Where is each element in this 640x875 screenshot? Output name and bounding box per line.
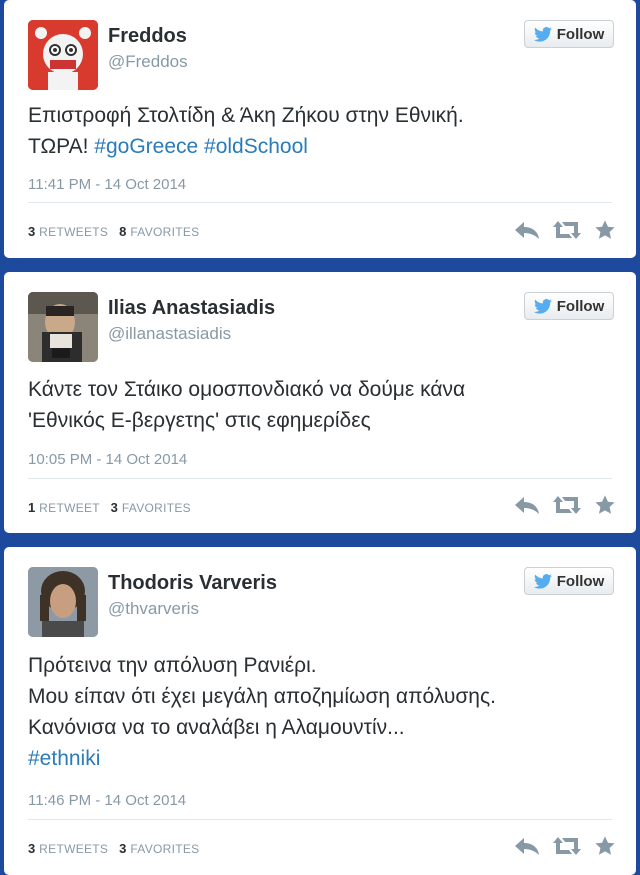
tweet-text-line: 'Εθνικός Ε-βεργετης' στις εφημερίδες: [28, 409, 371, 432]
retweet-icon[interactable]: [552, 220, 582, 240]
user-handle[interactable]: @thvarveris: [108, 599, 199, 619]
twitter-bird-icon: [533, 573, 552, 589]
follow-label: Follow: [556, 297, 605, 315]
tweet-card: Ilias Anastasiadis @illanastasiadis Foll…: [4, 272, 636, 533]
avatar[interactable]: [28, 20, 98, 90]
avatar[interactable]: [28, 292, 98, 362]
follow-button[interactable]: Follow: [524, 567, 614, 595]
tweet-text-line: Μου είπαν ότι έχει μεγάλη αποζημίωση από…: [28, 685, 496, 708]
twitter-bird-icon: [533, 298, 552, 314]
retweet-icon[interactable]: [552, 495, 582, 515]
timestamp[interactable]: 11:46 PM - 14 Oct 2014: [28, 792, 186, 809]
tweet-text-line: Πρότεινα την απόλυση Ρανιέρι.: [28, 654, 317, 677]
reply-icon[interactable]: [514, 836, 540, 856]
favorite-label[interactable]: FAVORITES: [130, 225, 199, 239]
retweet-label[interactable]: RETWEET: [39, 501, 100, 515]
tweet-actions: [514, 494, 616, 516]
hashtag-link[interactable]: #oldSchool: [204, 135, 308, 158]
avatar[interactable]: [28, 567, 98, 637]
retweet-count[interactable]: 3: [28, 224, 36, 239]
display-name[interactable]: Freddos: [108, 25, 187, 48]
tweet-text-line: Επιστροφή Στολτίδη & Άκη Ζήκου στην Εθνι…: [28, 104, 464, 127]
tweet-text-line: ΤΩΡΑ! #goGreece #oldSchool: [28, 131, 612, 162]
tweet-text: Πρότεινα την απόλυση Ρανιέρι. Μου είπαν …: [28, 650, 612, 774]
twitter-bird-icon: [533, 26, 552, 42]
tweet-text-line: Κάντε τον Στάικο ομοσπονδιακό να δούμε κ…: [28, 378, 466, 401]
retweet-icon[interactable]: [552, 836, 582, 856]
tweet-stats: 3 RETWEETS 8 FAVORITES: [28, 224, 200, 239]
display-name[interactable]: Thodoris Varveris: [108, 572, 277, 595]
follow-button[interactable]: Follow: [524, 20, 614, 48]
retweet-label[interactable]: RETWEETS: [39, 225, 108, 239]
follow-label: Follow: [556, 572, 605, 590]
timestamp[interactable]: 11:41 PM - 14 Oct 2014: [28, 176, 186, 193]
tweet-stats: 3 RETWEETS 3 FAVORITES: [28, 841, 200, 856]
timestamp[interactable]: 10:05 PM - 14 Oct 2014: [28, 451, 187, 468]
hashtag-link[interactable]: #goGreece: [94, 135, 198, 158]
favorite-label[interactable]: FAVORITES: [122, 501, 191, 515]
display-name[interactable]: Ilias Anastasiadis: [108, 297, 275, 320]
favorite-count[interactable]: 8: [119, 224, 127, 239]
favorite-count[interactable]: 3: [111, 500, 119, 515]
retweet-label[interactable]: RETWEETS: [39, 842, 108, 856]
tweet-stats: 1 RETWEET 3 FAVORITES: [28, 500, 191, 515]
favorite-count[interactable]: 3: [119, 841, 127, 856]
user-handle[interactable]: @Freddos: [108, 52, 188, 72]
tweet-text: Κάντε τον Στάικο ομοσπονδιακό να δούμε κ…: [28, 374, 612, 436]
reply-icon[interactable]: [514, 220, 540, 240]
favorite-star-icon[interactable]: [594, 835, 616, 857]
tweet-card: Freddos @Freddos Follow Επιστροφή Στολτί…: [4, 0, 636, 258]
reply-icon[interactable]: [514, 495, 540, 515]
user-handle[interactable]: @illanastasiadis: [108, 324, 231, 344]
tweet-text-prefix: ΤΩΡΑ!: [28, 135, 95, 158]
favorite-label[interactable]: FAVORITES: [130, 842, 199, 856]
tweet-text: Επιστροφή Στολτίδη & Άκη Ζήκου στην Εθνι…: [28, 100, 612, 162]
favorite-star-icon[interactable]: [594, 219, 616, 241]
divider: [28, 202, 612, 203]
tweet-actions: [514, 219, 616, 241]
tweet-actions: [514, 835, 616, 857]
divider: [28, 819, 612, 820]
retweet-count[interactable]: 3: [28, 841, 36, 856]
retweet-count[interactable]: 1: [28, 500, 36, 515]
tweet-text-line: Κανόνισα να το αναλάβει η Αλαμουντίν...: [28, 716, 405, 739]
hashtag-link[interactable]: #ethniki: [28, 747, 100, 770]
divider: [28, 478, 612, 479]
tweet-card: Thodoris Varveris @thvarveris Follow Πρό…: [4, 547, 636, 875]
follow-label: Follow: [556, 25, 605, 43]
follow-button[interactable]: Follow: [524, 292, 614, 320]
favorite-star-icon[interactable]: [594, 494, 616, 516]
